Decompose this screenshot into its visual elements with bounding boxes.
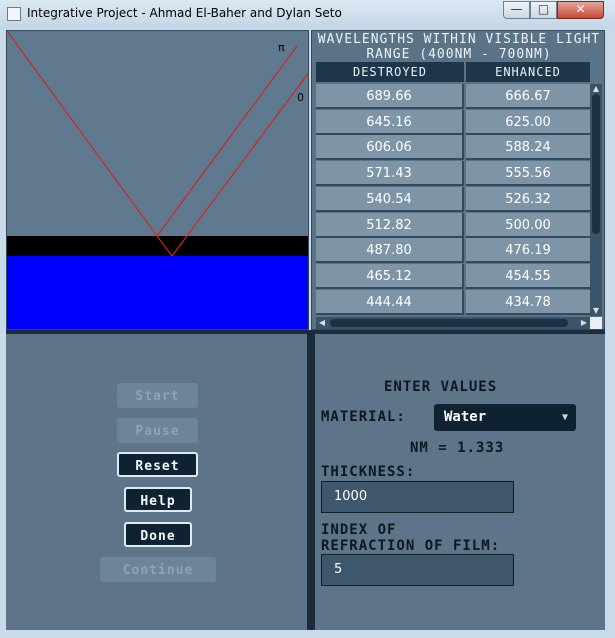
medium-layer	[7, 256, 308, 329]
pause-button[interactable]: Pause	[117, 418, 198, 443]
minimize-button[interactable]: —	[503, 1, 530, 19]
column-header-destroyed: Destroyed	[316, 62, 464, 82]
table-row: 512.82 500.00	[316, 212, 590, 238]
destroyed-cell: 689.66	[316, 84, 464, 109]
vertical-scrollbar[interactable]: ▲ ▼	[590, 84, 602, 316]
enhanced-cell: 555.56	[466, 161, 590, 187]
simulation-canvas: π 0	[7, 31, 308, 329]
table-row: 689.66 666.67	[316, 84, 590, 109]
destroyed-cell: 465.12	[316, 263, 464, 289]
material-label: Material:	[321, 409, 406, 425]
phase-label-pi: π	[278, 41, 285, 54]
reset-button[interactable]: Reset	[117, 452, 198, 477]
destroyed-cell: 540.54	[316, 186, 464, 212]
scroll-left-arrow-icon[interactable]: ◀	[316, 317, 328, 329]
help-button[interactable]: Help	[124, 487, 192, 512]
enhanced-cell: 588.24	[466, 135, 590, 161]
horizontal-scroll-thumb[interactable]	[330, 319, 568, 327]
material-select[interactable]: Water ▼	[434, 404, 576, 431]
table-row: 487.80 476.19	[316, 238, 590, 264]
table-row: 645.16 625.00	[316, 109, 590, 135]
done-button[interactable]: Done	[124, 522, 192, 547]
window-title: Integrative Project - Ahmad El-Baher and…	[27, 6, 342, 20]
column-header-enhanced: Enhanced	[466, 62, 590, 82]
index-label-line-1: Index of	[321, 522, 397, 538]
app-icon	[7, 7, 21, 21]
index-label-line-2: Refraction of Film:	[321, 538, 501, 554]
material-select-value: Water	[444, 409, 487, 425]
refractive-index-readout: NM = 1.333	[410, 440, 505, 456]
vertical-scroll-thumb[interactable]	[592, 94, 600, 234]
table-row: 571.43 555.56	[316, 161, 590, 187]
scroll-down-arrow-icon[interactable]: ▼	[590, 306, 602, 316]
enhanced-cell: 454.55	[466, 263, 590, 289]
chevron-down-icon: ▼	[561, 412, 568, 423]
scroll-right-arrow-icon[interactable]: ▶	[578, 317, 590, 329]
destroyed-cell: 645.16	[316, 109, 464, 135]
reflected-ray-1	[156, 45, 298, 237]
title-bar: Integrative Project - Ahmad El-Baher and…	[0, 0, 615, 29]
table-row: 444.44 434.78	[316, 289, 590, 315]
destroyed-cell: 444.44	[316, 289, 464, 315]
table-body: 689.66 666.67 645.16 625.00 606.06 588.24 571.…	[316, 84, 590, 316]
enter-values-heading: Enter Values	[384, 379, 498, 395]
start-button[interactable]: Start	[117, 383, 198, 408]
enhanced-cell: 625.00	[466, 109, 590, 135]
table-row: 465.12 454.55	[316, 263, 590, 289]
incident-ray	[7, 31, 158, 237]
thickness-input[interactable]: 1000	[321, 481, 514, 513]
enhanced-cell: 526.32	[466, 186, 590, 212]
destroyed-cell: 571.43	[316, 161, 464, 187]
close-button[interactable]: ✕	[557, 1, 604, 19]
thin-film-layer	[7, 236, 308, 256]
continue-button[interactable]: Continue	[100, 557, 216, 582]
horizontal-scrollbar[interactable]: ◀ ▶	[316, 317, 590, 329]
scroll-corner	[590, 317, 602, 329]
simulation-panel: π 0	[6, 30, 309, 330]
phase-label-zero: 0	[297, 91, 304, 104]
enhanced-cell: 476.19	[466, 238, 590, 264]
enhanced-cell: 666.67	[466, 84, 590, 109]
control-panel	[6, 334, 309, 630]
enhanced-cell: 434.78	[466, 289, 590, 315]
index-of-refraction-input[interactable]: 5	[321, 554, 514, 586]
scroll-up-arrow-icon[interactable]: ▲	[590, 84, 602, 94]
destroyed-cell: 512.82	[316, 212, 464, 238]
maximize-button[interactable]: □	[530, 1, 557, 19]
vertical-divider	[307, 334, 315, 630]
destroyed-cell: 606.06	[316, 135, 464, 161]
reflected-ray-2	[171, 72, 308, 257]
destroyed-cell: 487.80	[316, 238, 464, 264]
table-heading: Wavelengths within visible light range (…	[317, 32, 601, 62]
table-row: 606.06 588.24	[316, 135, 590, 161]
thickness-label: Thickness:	[321, 464, 416, 480]
enhanced-cell: 500.00	[466, 212, 590, 238]
table-row: 540.54 526.32	[316, 186, 590, 212]
